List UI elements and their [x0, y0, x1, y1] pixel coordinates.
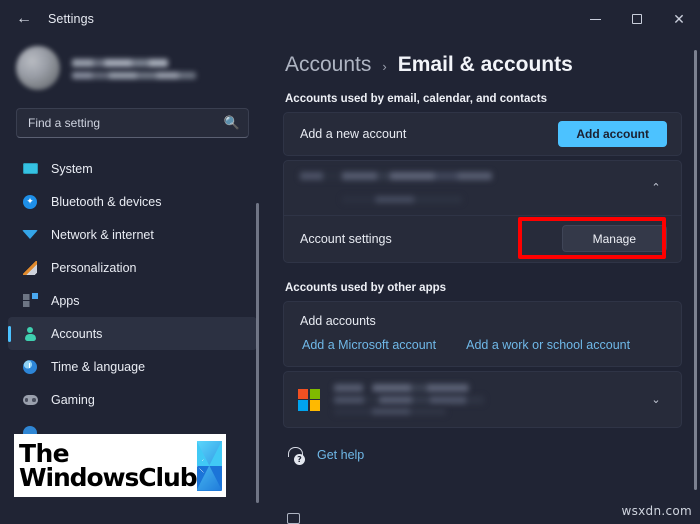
sidebar-item-bluetooth-devices[interactable]: ✦ Bluetooth & devices	[8, 185, 257, 218]
chevron-down-icon[interactable]: ⌄	[645, 393, 667, 406]
sidebar-item-apps[interactable]: Apps	[8, 284, 257, 317]
add-account-button[interactable]: Add account	[558, 121, 667, 147]
paintbrush-icon	[22, 260, 38, 276]
sidebar-item-label: Network & internet	[51, 227, 154, 242]
site-url-watermark: wsxdn.com	[621, 504, 692, 518]
sidebar-item-label: Apps	[51, 293, 80, 308]
sidebar-item-system[interactable]: System	[8, 152, 257, 185]
sidebar-item-label: Gaming	[51, 392, 95, 407]
feedback-icon[interactable]	[287, 513, 300, 524]
add-microsoft-account-link[interactable]: Add a Microsoft account	[302, 338, 436, 352]
sidebar-item-label: Accounts	[51, 326, 103, 341]
minimize-button[interactable]	[574, 0, 616, 38]
maximize-button[interactable]	[616, 0, 658, 38]
get-help-row[interactable]: Get help	[283, 432, 682, 465]
account-settings-row: Account settings Manage	[284, 216, 681, 262]
breadcrumb-parent[interactable]: Accounts	[285, 53, 371, 77]
add-new-account-row: Add a new account Add account	[284, 113, 681, 155]
gamepad-icon	[22, 392, 38, 408]
sidebar-item-gaming[interactable]: Gaming	[8, 383, 257, 416]
add-work-school-account-link[interactable]: Add a work or school account	[466, 338, 630, 352]
user-profile[interactable]	[0, 40, 265, 102]
account-name-redacted	[300, 172, 645, 203]
add-accounts-card: Add accounts Add a Microsoft account Add…	[283, 301, 682, 367]
search-icon[interactable]: 🔍	[224, 115, 240, 131]
listed-account-name-redacted	[334, 384, 645, 415]
apps-icon	[22, 293, 38, 309]
watermark-text: The WindowsClub	[14, 439, 198, 492]
search-box[interactable]: 🔍	[16, 108, 249, 138]
main-scrollbar[interactable]	[694, 50, 697, 490]
add-accounts-links: Add a Microsoft account Add a work or sc…	[284, 336, 681, 366]
user-name-redacted	[72, 59, 168, 67]
person-icon	[22, 326, 38, 342]
account-card: ⌃ Account settings Manage	[283, 160, 682, 263]
back-arrow-icon[interactable]: ←	[8, 3, 40, 35]
help-icon	[287, 446, 305, 465]
breadcrumb-separator-icon: ›	[382, 59, 387, 74]
listed-account-row[interactable]: ⌄	[284, 372, 681, 427]
sidebar-item-network-internet[interactable]: Network & internet	[8, 218, 257, 251]
app-title: Settings	[48, 12, 94, 26]
sidebar-item-label: System	[51, 161, 93, 176]
add-new-account-card: Add a new account Add account	[283, 112, 682, 156]
close-button[interactable]: ✕	[658, 0, 700, 38]
account-settings-label: Account settings	[300, 231, 392, 246]
user-email-redacted	[72, 72, 196, 79]
breadcrumb: Accounts › Email & accounts	[283, 46, 682, 77]
sidebar-item-accounts[interactable]: Accounts	[8, 317, 257, 350]
account-header-row[interactable]: ⌃	[284, 161, 681, 215]
page-title: Email & accounts	[397, 53, 573, 76]
sidebar: 🔍 System ✦ Bluetooth & devices Network &…	[0, 38, 265, 524]
sidebar-item-label: Personalization	[51, 260, 137, 275]
sidebar-item-label: Time & language	[51, 359, 146, 374]
sidebar-nav: System ✦ Bluetooth & devices Network & i…	[0, 152, 265, 482]
settings-window: ← Settings ✕ 🔍	[0, 0, 700, 524]
watermark-line1: The	[19, 439, 70, 468]
microsoft-logo-icon	[298, 388, 320, 411]
search-container: 🔍	[0, 102, 265, 138]
monitor-icon	[22, 161, 38, 177]
clock-icon	[22, 359, 38, 375]
wifi-icon	[22, 227, 38, 243]
windowsclub-logo-icon	[196, 440, 222, 491]
avatar	[16, 46, 60, 90]
close-icon: ✕	[673, 11, 685, 27]
add-accounts-label: Add accounts	[300, 314, 376, 328]
get-help-link[interactable]: Get help	[317, 448, 364, 462]
manage-button[interactable]: Manage	[561, 225, 667, 252]
sidebar-item-personalization[interactable]: Personalization	[8, 251, 257, 284]
main-content: Accounts › Email & accounts Accounts use…	[265, 38, 700, 524]
title-bar: ← Settings ✕	[0, 0, 700, 38]
site-logo-watermark: The WindowsClub	[14, 434, 226, 497]
sidebar-scrollbar[interactable]	[256, 203, 259, 503]
bluetooth-icon: ✦	[22, 194, 38, 210]
listed-account-card[interactable]: ⌄	[283, 371, 682, 428]
minimize-icon	[589, 18, 601, 20]
section-heading-email: Accounts used by email, calendar, and co…	[285, 93, 548, 105]
sidebar-item-label: Bluetooth & devices	[51, 194, 162, 209]
chevron-up-icon[interactable]: ⌃	[645, 181, 667, 194]
section-heading-other-apps: Accounts used by other apps	[285, 282, 447, 294]
user-profile-text	[72, 57, 196, 79]
window-body: 🔍 System ✦ Bluetooth & devices Network &…	[0, 38, 700, 524]
maximize-icon	[632, 14, 642, 24]
watermark-line2: WindowsClub	[19, 462, 198, 492]
sidebar-item-time-language[interactable]: Time & language	[8, 350, 257, 383]
add-new-account-label: Add a new account	[300, 127, 407, 141]
search-input[interactable]	[28, 116, 224, 130]
window-controls: ✕	[574, 0, 700, 38]
